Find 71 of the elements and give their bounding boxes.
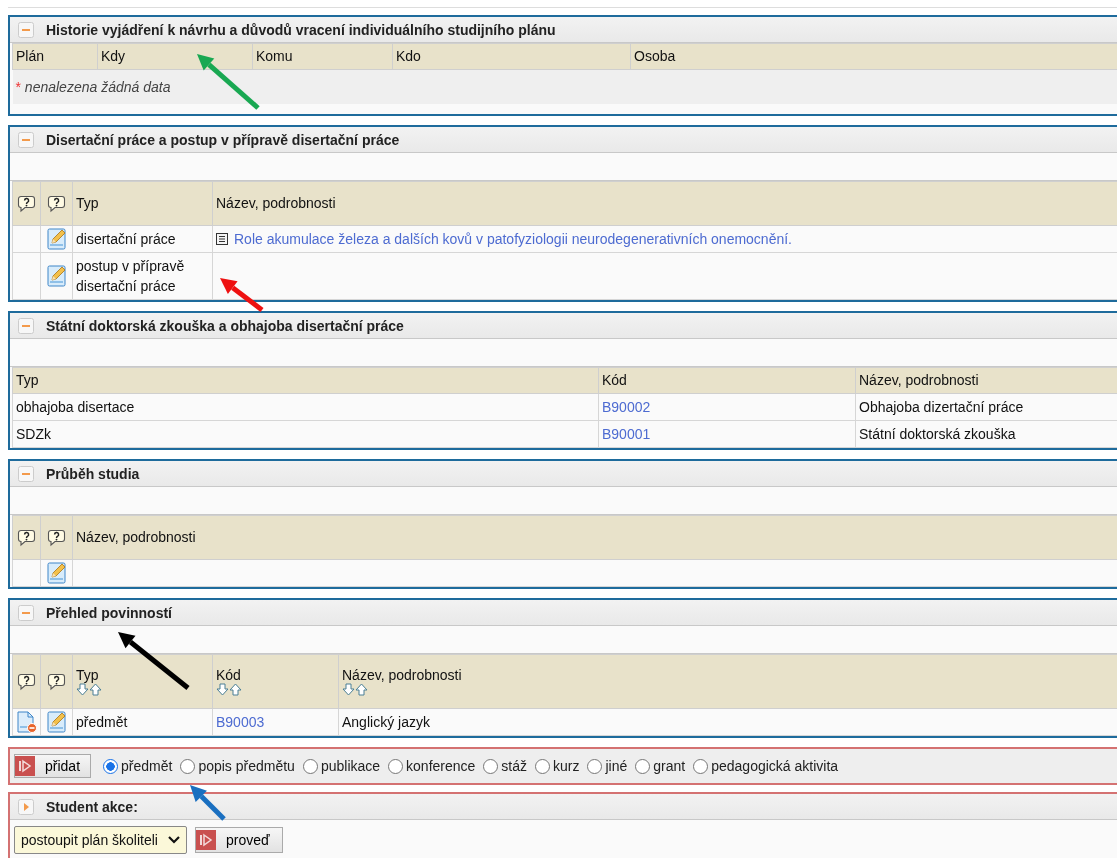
- action-dropdown[interactable]: postoupit plán školiteli: [14, 826, 187, 854]
- column-header: Kdo: [392, 43, 631, 70]
- document-icon: [216, 233, 228, 245]
- section-title: Student akce:: [46, 798, 138, 815]
- column-header[interactable]: Název, podrobnosti: [338, 654, 1117, 709]
- chevron-down-icon: [168, 836, 180, 844]
- radio-option[interactable]: kurz: [535, 758, 580, 774]
- column-header: Komu: [252, 43, 393, 70]
- column-header[interactable]: Typ: [72, 654, 213, 709]
- radio-option[interactable]: stáž: [483, 758, 528, 774]
- collapse-icon[interactable]: [18, 131, 34, 148]
- edit-icon[interactable]: [46, 562, 67, 584]
- column-header: Název, podrobnosti: [72, 515, 1117, 560]
- section-title: Historie vyjádření k návrhu a důvodů vracení individuálního studijního plánu: [46, 21, 556, 38]
- column-header: Název, podrobnosti: [855, 367, 1117, 394]
- radio-option[interactable]: jiné: [587, 758, 628, 774]
- link[interactable]: B90002: [602, 399, 651, 415]
- help-icon[interactable]: [47, 528, 66, 547]
- radio-option[interactable]: pedagogická aktivita: [693, 758, 839, 774]
- help-icon[interactable]: [47, 672, 66, 691]
- column-header: Plán: [12, 43, 98, 70]
- link[interactable]: B90001: [602, 426, 651, 442]
- radio-option[interactable]: předmět: [103, 758, 173, 774]
- column-header: Typ: [72, 181, 213, 226]
- collapse-icon[interactable]: [18, 21, 34, 38]
- section-title: Přehled povinností: [46, 604, 172, 621]
- help-icon[interactable]: [17, 528, 36, 547]
- column-header: Kód: [598, 367, 856, 394]
- table-cell: Obhajoba dizertační práce: [855, 393, 1117, 421]
- sort-down-icon[interactable]: [216, 683, 229, 696]
- help-icon[interactable]: [17, 194, 36, 213]
- sort-up-icon[interactable]: [89, 683, 102, 696]
- table-cell: SDZk: [12, 420, 599, 448]
- help-icon[interactable]: [47, 194, 66, 213]
- section-title: Průběh studia: [46, 465, 140, 482]
- run-button[interactable]: proveď: [195, 827, 283, 853]
- sort-down-icon[interactable]: [76, 683, 89, 696]
- column-header[interactable]: Kód: [212, 654, 339, 709]
- collapse-icon[interactable]: [18, 604, 34, 621]
- radio-option[interactable]: konference: [388, 758, 476, 774]
- edit-icon[interactable]: [46, 711, 67, 733]
- sort-down-icon[interactable]: [342, 683, 355, 696]
- edit-icon[interactable]: [46, 228, 67, 250]
- help-icon[interactable]: [17, 672, 36, 691]
- radio-option[interactable]: grant: [635, 758, 686, 774]
- play-icon: [196, 830, 216, 850]
- column-header: Typ: [12, 367, 599, 394]
- asterisk-mark: *: [15, 79, 21, 95]
- table-cell: obhajoba disertace: [12, 393, 599, 421]
- expand-icon[interactable]: [18, 798, 34, 815]
- empty-message: nenalezena žádná data: [24, 79, 171, 95]
- column-header: Kdy: [97, 43, 253, 70]
- table-cell: disertační práce: [72, 225, 213, 253]
- sort-up-icon[interactable]: [229, 683, 242, 696]
- table-cell: předmět: [72, 708, 213, 736]
- table-cell: postup v přípravě disertační práce: [72, 252, 213, 300]
- add-button[interactable]: přidat: [14, 754, 92, 778]
- column-header: Název, podrobnosti: [212, 181, 1117, 226]
- table-cell: Anglický jazyk: [338, 708, 1117, 736]
- section-title: Disertační práce a postup v přípravě disertační práce: [46, 131, 400, 148]
- section-title: Státní doktorská zkouška a obhajoba disertační práce: [46, 317, 404, 334]
- remove-document-icon[interactable]: [15, 711, 38, 733]
- edit-icon[interactable]: [46, 265, 67, 287]
- radio-option[interactable]: publikace: [302, 758, 381, 774]
- radio-option[interactable]: popis předmětu: [180, 758, 295, 774]
- collapse-icon[interactable]: [18, 465, 34, 482]
- collapse-icon[interactable]: [18, 317, 34, 334]
- sort-up-icon[interactable]: [355, 683, 368, 696]
- play-icon: [15, 756, 35, 776]
- column-header: Osoba: [630, 43, 1117, 70]
- table-cell: Státní doktorská zkouška: [855, 420, 1117, 448]
